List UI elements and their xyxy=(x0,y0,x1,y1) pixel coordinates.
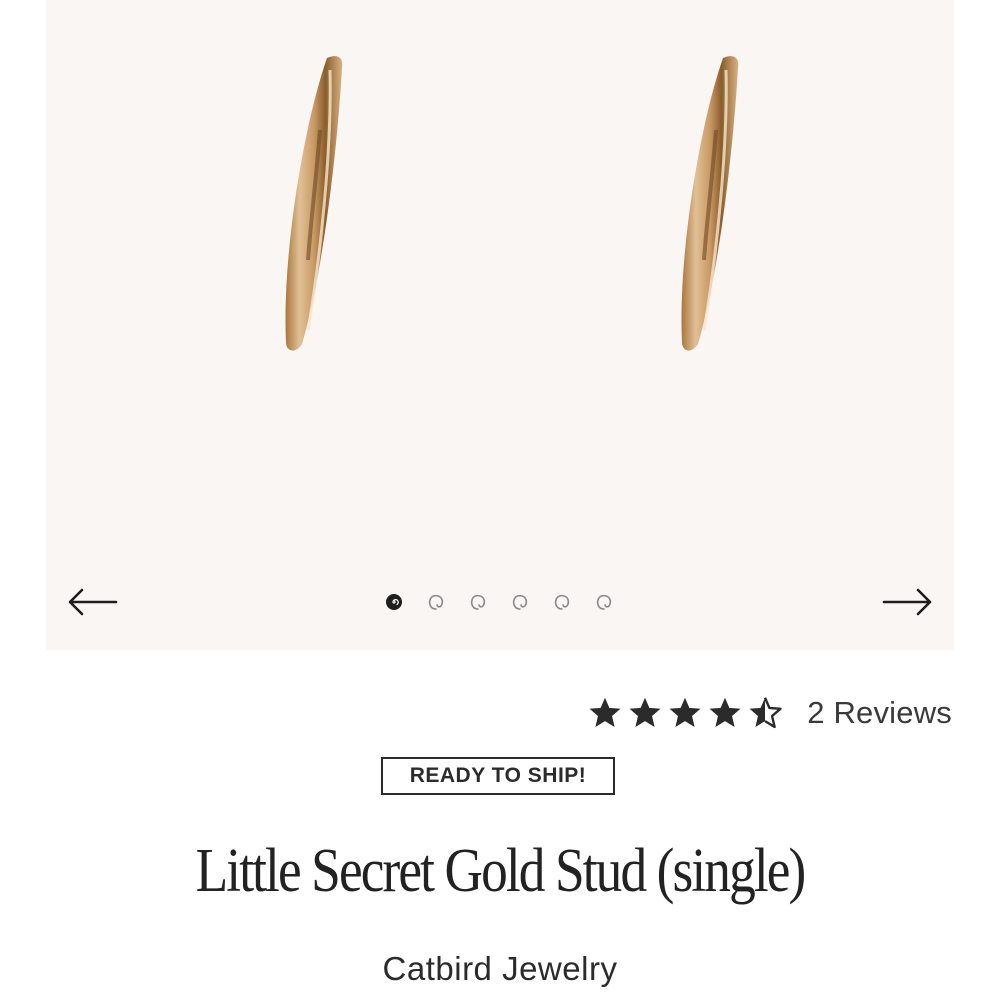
product-image-gallery[interactable] xyxy=(46,0,954,650)
product-title: Little Secret Gold Stud (single) xyxy=(195,837,807,905)
pagination-dot-active[interactable] xyxy=(384,592,404,612)
swirl-dot-icon xyxy=(428,594,444,610)
star-half-icon xyxy=(749,697,782,729)
previous-image-button[interactable] xyxy=(64,582,120,622)
arrow-right-icon xyxy=(882,588,932,616)
pagination-dot[interactable] xyxy=(594,592,614,612)
pagination-dot[interactable] xyxy=(426,592,446,612)
product-image[interactable] xyxy=(46,0,954,650)
swirl-dot-icon xyxy=(596,594,612,610)
reviews-link[interactable]: 2 Reviews xyxy=(807,695,952,731)
star-full-icon xyxy=(709,697,741,727)
swirl-dot-icon xyxy=(554,594,570,610)
swirl-dot-filled-icon xyxy=(386,594,402,610)
star-rating xyxy=(587,695,783,731)
stud-earring-right xyxy=(681,56,739,351)
swirl-dot-icon xyxy=(512,594,528,610)
star-full-icon xyxy=(589,697,621,727)
star-full-icon xyxy=(669,697,701,727)
swirl-dot-icon xyxy=(470,594,486,610)
star-full-icon xyxy=(629,697,661,727)
pagination-dot[interactable] xyxy=(552,592,572,612)
product-rating: 2 Reviews xyxy=(587,690,952,736)
arrow-left-icon xyxy=(68,588,118,616)
pagination-dot[interactable] xyxy=(510,592,530,612)
gallery-pagination xyxy=(384,592,614,612)
stud-earring-left xyxy=(285,56,343,351)
brand-link[interactable]: Catbird Jewelry xyxy=(0,950,1000,988)
ready-to-ship-badge: READY TO SHIP! xyxy=(381,757,615,795)
next-image-button[interactable] xyxy=(880,582,936,622)
pagination-dot[interactable] xyxy=(468,592,488,612)
